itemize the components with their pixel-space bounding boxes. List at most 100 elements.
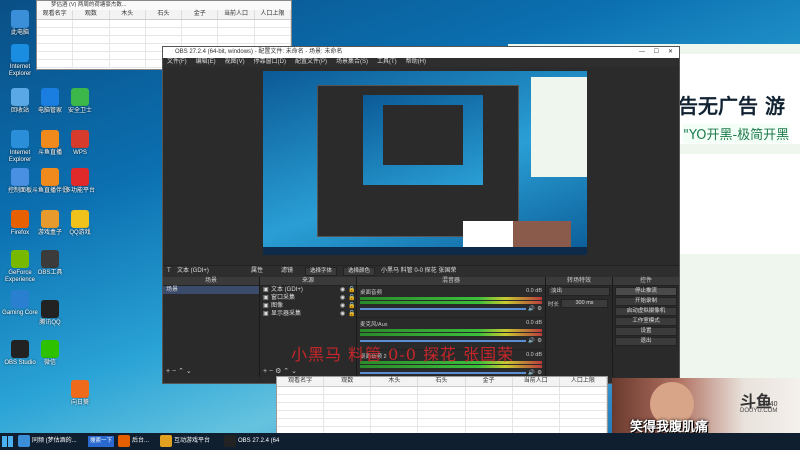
- table-cell[interactable]: [73, 60, 110, 67]
- menu-item[interactable]: 编辑(E): [196, 58, 216, 67]
- speaker-icon[interactable]: 🔊: [528, 338, 535, 344]
- table-cell[interactable]: [277, 403, 325, 410]
- table-cell[interactable]: [182, 20, 219, 27]
- desktop-icon[interactable]: 此电脑: [2, 10, 38, 37]
- source-item[interactable]: ▣ 显示器采集 ◉ 🔒: [260, 310, 356, 318]
- table-cell[interactable]: [182, 28, 219, 35]
- taskbar-item[interactable]: 同频 (梦估酒的...: [18, 433, 78, 450]
- table-cell[interactable]: [73, 52, 110, 59]
- duration-field[interactable]: 300 ms: [561, 299, 608, 308]
- taskbar-item[interactable]: OBS 27.2.4 (64: [224, 433, 290, 450]
- table-cell[interactable]: [513, 403, 560, 410]
- properties-button[interactable]: 属性: [251, 266, 263, 277]
- filters-button[interactable]: 滤镜: [281, 266, 293, 277]
- table-cell[interactable]: [560, 411, 607, 418]
- visibility-eye-icon[interactable]: ◉: [340, 310, 348, 318]
- menu-item[interactable]: 工具(T): [377, 58, 397, 67]
- control-button-1[interactable]: 开始录制: [615, 297, 677, 306]
- table-cell[interactable]: [418, 411, 466, 418]
- table-cell[interactable]: [110, 52, 146, 59]
- menu-item[interactable]: 文件(F): [167, 58, 187, 67]
- table-cell[interactable]: [513, 387, 560, 394]
- desktop-icon[interactable]: OBS工具: [32, 250, 68, 277]
- table-cell[interactable]: [146, 36, 183, 43]
- table-cell[interactable]: [37, 60, 74, 67]
- control-button-4[interactable]: 设置: [615, 327, 677, 336]
- desktop-icon[interactable]: 多功能平台: [62, 168, 98, 195]
- table-cell[interactable]: [560, 395, 607, 402]
- lock-icon[interactable]: 🔒: [348, 302, 356, 310]
- table-cell[interactable]: [466, 387, 513, 394]
- table-cell[interactable]: [371, 395, 419, 402]
- menu-item[interactable]: 配置文件(P): [295, 58, 327, 67]
- table-cell[interactable]: [277, 387, 325, 394]
- table-cell[interactable]: [371, 419, 419, 426]
- table-cell[interactable]: [324, 403, 372, 410]
- lock-icon[interactable]: 🔒: [348, 310, 356, 318]
- gear-icon[interactable]: ⚙: [537, 306, 542, 312]
- table-cell[interactable]: [255, 36, 291, 43]
- desktop-icon[interactable]: 向日葵: [62, 380, 98, 407]
- start-button[interactable]: [2, 436, 13, 447]
- taskbar-item[interactable]: 互动游戏平台: [160, 433, 220, 450]
- table-cell[interactable]: [146, 28, 183, 35]
- spreadsheet-window-bottom[interactable]: 观看名字 观数 木头 石头 金子 当前人口 人口上限: [276, 376, 608, 435]
- control-button-3[interactable]: 工作室模式: [615, 317, 677, 326]
- table-cell[interactable]: [418, 419, 466, 426]
- table-cell[interactable]: [110, 60, 146, 67]
- table-cell[interactable]: [513, 419, 560, 426]
- table-cell[interactable]: [466, 419, 513, 426]
- table-cell[interactable]: [110, 20, 146, 27]
- visibility-eye-icon[interactable]: ◉: [340, 286, 348, 294]
- obs-window[interactable]: OBS 27.2.4 (64-bit, windows) - 配置文件: 未命名…: [162, 46, 680, 384]
- table-cell[interactable]: [37, 52, 74, 59]
- table-cell[interactable]: [218, 28, 255, 35]
- table-cell[interactable]: [371, 387, 419, 394]
- table-cell[interactable]: [418, 403, 466, 410]
- table-cell[interactable]: [110, 44, 146, 51]
- gear-icon[interactable]: ⚙: [537, 338, 542, 344]
- table-cell[interactable]: [37, 28, 74, 35]
- table-cell[interactable]: [37, 44, 74, 51]
- control-button-0[interactable]: 停止推流: [615, 287, 677, 296]
- table-cell[interactable]: [466, 395, 513, 402]
- menu-item[interactable]: 视图(V): [225, 58, 245, 67]
- scene-item[interactable]: 场景: [163, 286, 259, 294]
- table-cell[interactable]: [73, 36, 110, 43]
- table-cell[interactable]: [371, 411, 419, 418]
- table-cell[interactable]: [218, 36, 255, 43]
- source-add-icon[interactable]: + − ⚙ ⌃ ⌄: [263, 367, 297, 375]
- maximize-icon[interactable]: ☐: [654, 47, 659, 58]
- desktop-icon[interactable]: WPS: [62, 130, 98, 157]
- menu-item[interactable]: 帮助(H): [406, 58, 426, 67]
- table-cell[interactable]: [277, 419, 325, 426]
- table-cell[interactable]: [277, 411, 325, 418]
- table-cell[interactable]: [513, 395, 560, 402]
- desktop-icon[interactable]: 微信: [32, 340, 68, 367]
- table-cell[interactable]: [73, 44, 110, 51]
- table-cell[interactable]: [560, 419, 607, 426]
- visibility-eye-icon[interactable]: ◉: [340, 302, 348, 310]
- select-color-button[interactable]: 选择颜色: [343, 267, 375, 276]
- table-cell[interactable]: [73, 20, 110, 27]
- source-item[interactable]: ▣ 图像 ◉ 🔒: [260, 302, 356, 310]
- obs-titlebar[interactable]: OBS 27.2.4 (64-bit, windows) - 配置文件: 未命名…: [163, 47, 679, 58]
- speaker-icon[interactable]: 🔊: [528, 306, 535, 312]
- menu-item[interactable]: 场景集合(S): [336, 58, 368, 67]
- table-cell[interactable]: [466, 411, 513, 418]
- table-cell[interactable]: [110, 36, 146, 43]
- table-cell[interactable]: [324, 395, 372, 402]
- table-cell[interactable]: [324, 387, 372, 394]
- table-cell[interactable]: [110, 28, 146, 35]
- table-cell[interactable]: [418, 395, 466, 402]
- table-cell[interactable]: [560, 403, 607, 410]
- table-cell[interactable]: [218, 20, 255, 27]
- minimize-icon[interactable]: —: [639, 47, 645, 58]
- close-icon[interactable]: ✕: [668, 47, 673, 58]
- source-item[interactable]: ▣ 窗口采集 ◉ 🔒: [260, 294, 356, 302]
- table-cell[interactable]: [255, 28, 291, 35]
- visibility-eye-icon[interactable]: ◉: [340, 294, 348, 302]
- source-item[interactable]: ▣ 文本 (GDI+) ◉ 🔒: [260, 286, 356, 294]
- table-cell[interactable]: [182, 36, 219, 43]
- lock-icon[interactable]: 🔒: [348, 286, 356, 294]
